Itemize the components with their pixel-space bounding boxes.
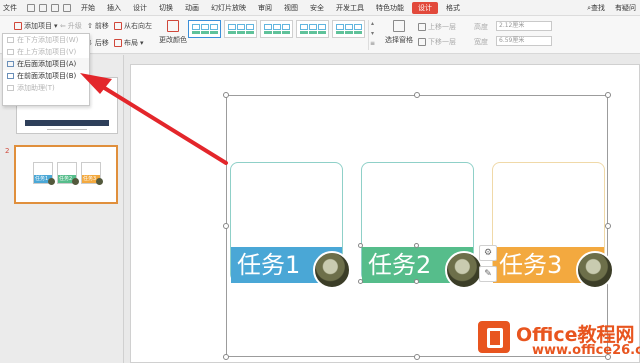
upgrade-button[interactable]: ⇐ 升级 <box>60 21 82 31</box>
mini-card: 任务2 <box>57 162 79 185</box>
smartart-styles-gallery <box>188 20 372 50</box>
tab-slideshow[interactable]: 幻灯片放映 <box>205 0 252 16</box>
menu-item-add-above[interactable]: 在上方添加项目(V) <box>3 46 89 58</box>
menu-item-add-below[interactable]: 在下方添加项目(W) <box>3 34 89 46</box>
height-field[interactable]: 2.12厘米 <box>496 21 552 31</box>
save-icon[interactable] <box>27 3 35 12</box>
layout-button[interactable]: 布局 ▾ <box>114 38 144 48</box>
tab-view[interactable]: 视图 <box>278 0 304 16</box>
resize-handle[interactable] <box>223 354 229 360</box>
right-to-left-button[interactable]: 从右向左 <box>114 21 152 31</box>
tab-design[interactable]: 设计 <box>127 0 153 16</box>
tab-developer[interactable]: 开发工具 <box>330 0 370 16</box>
tab-transition[interactable]: 切换 <box>153 0 179 16</box>
style-option[interactable] <box>188 20 221 38</box>
width-field[interactable]: 6.59厘米 <box>496 36 552 46</box>
style-option[interactable] <box>224 20 257 38</box>
tab-home[interactable]: 开始 <box>75 0 101 16</box>
add-below-icon <box>7 37 14 43</box>
layer-up-icon <box>418 23 426 31</box>
tab-format[interactable]: 格式 <box>440 0 466 16</box>
add-before-icon <box>7 73 14 79</box>
mini-card: 任务1 <box>33 162 55 185</box>
thumbnail-title-band <box>25 120 109 126</box>
slide-thumbnail-2[interactable]: 任务1 任务2 任务3 <box>14 145 118 204</box>
selection-pane-icon <box>393 20 405 32</box>
shape-handle[interactable] <box>414 243 419 248</box>
menu-item-add-assistant[interactable]: 添加助理(T) <box>3 82 89 94</box>
resize-handle[interactable] <box>605 92 611 98</box>
add-item-dropdown: 在下方添加项目(W) 在上方添加项目(V) 在后面添加项目(A) 在前面添加项目… <box>2 33 90 106</box>
tab-features[interactable]: 特色功能 <box>370 0 410 16</box>
watermark: Office教程网 www.office26.com <box>472 311 640 363</box>
shape-handle[interactable] <box>358 279 363 284</box>
redo-icon[interactable] <box>63 3 71 12</box>
width-label: 宽度 <box>474 38 488 46</box>
thumbnail-subtitle-line <box>47 129 87 130</box>
tab-smartart-design[interactable]: 设计 <box>412 1 438 14</box>
tab-animation[interactable]: 动画 <box>179 0 205 16</box>
height-label: 高度 <box>474 23 488 31</box>
resize-handle[interactable] <box>414 354 420 360</box>
move-back-button[interactable]: ⇩ 后移 <box>87 38 109 48</box>
style-option[interactable] <box>260 20 293 38</box>
arrow-left-icon: ⇐ <box>60 22 66 30</box>
layer-down-icon <box>418 38 426 46</box>
undo-icon[interactable] <box>51 3 59 12</box>
avatar <box>445 251 483 289</box>
ribbon: 添加项目 ▾ ⇐ 升级 ⇧ 前移 从右向左 降级 ⇩ 后移 布局 ▾ 更改颜色 … <box>0 16 640 54</box>
quick-access-toolbar <box>23 3 75 12</box>
mini-card: 任务3 <box>81 162 103 185</box>
style-option[interactable] <box>332 20 365 38</box>
office-logo-icon <box>478 321 510 353</box>
tab-review[interactable]: 审阅 <box>252 0 278 16</box>
selection-pane-button[interactable]: 选择窗格 <box>385 20 413 45</box>
chevron-down-icon: ▾ <box>54 22 58 30</box>
more-icon[interactable]: ≡ <box>369 40 376 50</box>
palette-icon <box>167 20 179 32</box>
add-above-icon <box>7 49 14 55</box>
chevron-down-icon[interactable]: ▾ <box>369 30 376 40</box>
resize-handle[interactable] <box>414 92 420 98</box>
mini-avatar <box>48 178 55 185</box>
resize-handle[interactable] <box>605 223 611 229</box>
style-option[interactable] <box>296 20 329 38</box>
gallery-scroll[interactable]: ▴ ▾ ≡ <box>368 20 376 50</box>
pencil-icon[interactable]: ✎ <box>479 266 497 282</box>
slide-number: 2 <box>5 147 10 155</box>
add-item-button[interactable]: 添加项目 ▾ <box>14 21 58 31</box>
layout-options-icon[interactable]: ⚙ <box>479 245 497 261</box>
mini-avatar <box>96 178 103 185</box>
avatar <box>313 251 351 289</box>
chevron-up-icon[interactable]: ▴ <box>369 20 376 30</box>
resize-handle[interactable] <box>223 223 229 229</box>
change-color-button[interactable]: 更改颜色 <box>159 20 187 45</box>
help-button[interactable]: 有疑问 <box>615 3 636 13</box>
shape-handle[interactable] <box>414 279 419 284</box>
layout-icon <box>114 39 122 47</box>
add-item-icon <box>14 22 22 30</box>
chevron-down-icon: ▾ <box>140 39 144 47</box>
mini-avatar <box>72 178 79 185</box>
arrow-up-icon: ⇧ <box>87 22 93 30</box>
menu-bar: 文件 开始 插入 设计 切换 动画 幻灯片放映 审阅 视图 安全 开发工具 特色… <box>0 0 640 16</box>
add-after-icon <box>7 61 14 67</box>
avatar <box>576 251 614 289</box>
tab-insert[interactable]: 插入 <box>101 0 127 16</box>
menu-item-add-before[interactable]: 在前面添加项目(B) <box>3 70 89 82</box>
move-forward-button[interactable]: ⇧ 前移 <box>87 21 109 31</box>
down-one-layer-button[interactable]: 下移一层 <box>418 37 456 47</box>
shape-handle[interactable] <box>358 243 363 248</box>
tab-security[interactable]: 安全 <box>304 0 330 16</box>
up-one-layer-button[interactable]: 上移一层 <box>418 22 456 32</box>
file-menu[interactable]: 文件 <box>0 0 23 16</box>
right-to-left-icon <box>114 22 122 30</box>
print-icon[interactable] <box>39 3 47 12</box>
resize-handle[interactable] <box>223 92 229 98</box>
search-button[interactable]: ⌕查找 <box>587 3 605 13</box>
menu-item-add-after[interactable]: 在后面添加项目(A) <box>3 58 89 70</box>
add-assistant-icon <box>7 85 14 91</box>
